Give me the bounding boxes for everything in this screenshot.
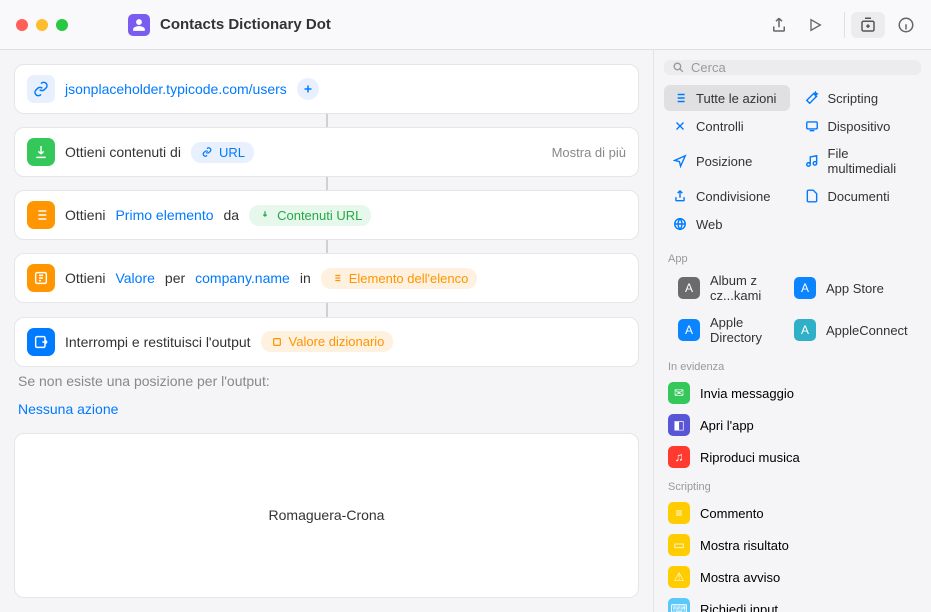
none-action-button[interactable]: Nessuna azione [14,397,639,427]
link-mini-icon [200,145,214,159]
titlebar: Contacts Dictionary Dot [0,0,931,50]
link-icon [27,75,55,103]
x-icon [672,118,688,134]
globe-icon [672,216,688,232]
output-helper-text: Se non esiste una posizione per l'output… [18,373,635,389]
get-item-action[interactable]: Ottieni Primo elemento da Contenuti URL [14,190,639,240]
dictionary-icon [27,264,55,292]
category-dispositivo[interactable]: Dispositivo [796,113,922,139]
category-controlli[interactable]: Controlli [664,113,790,139]
get-contents-label: Ottieni contenuti di [65,144,181,160]
url-token[interactable]: URL [191,142,254,163]
minimize-window-button[interactable] [36,19,48,31]
action-icon: ⌨ [668,598,690,612]
apps-grid: AAlbum z cz...kamiAApp StoreAApple Direc… [654,269,931,353]
action-item[interactable]: ≡Commento [662,497,923,529]
category-condivisione[interactable]: Condivisione [664,183,790,209]
list-icon [672,90,688,106]
category-documenti[interactable]: Documenti [796,183,922,209]
library-button[interactable] [851,12,885,38]
action-item[interactable]: ⚠Mostra avviso [662,561,923,593]
category-file-multimediali[interactable]: File multimediali [796,141,922,181]
share-icon[interactable] [770,16,788,34]
dictionary-value-token[interactable]: Valore dizionario [261,331,394,352]
category-scripting[interactable]: Scripting [796,85,922,111]
action-icon: ⚠ [668,566,690,588]
download-mini-icon [258,208,272,222]
url-action[interactable]: jsonplaceholder.typicode.com/users [14,64,639,114]
url-value[interactable]: jsonplaceholder.typicode.com/users [65,81,287,97]
category-web[interactable]: Web [664,211,790,237]
doc-icon [804,188,820,204]
search-input[interactable]: Cerca [664,60,921,75]
scripting-list: ≡Commento▭Mostra risultato⚠Mostra avviso… [654,497,931,612]
list-item-token[interactable]: Elemento dell'elenco [321,268,478,289]
action-item[interactable]: ♫Riproduci musica [662,441,923,473]
search-icon [672,61,685,74]
result-text: Romaguera-Crona [269,507,385,523]
action-item[interactable]: ✉︎Invia messaggio [662,377,923,409]
action-icon: ✉︎ [668,382,690,404]
value-selector[interactable]: Valore [115,270,154,286]
add-url-button[interactable] [297,78,319,100]
window-title: Contacts Dictionary Dot [160,16,770,33]
result-preview: Romaguera-Crona [14,433,639,598]
action-item[interactable]: ▭Mostra risultato [662,529,923,561]
category-tutte-le-azioni[interactable]: Tutte le azioni [664,85,790,111]
info-icon[interactable] [897,16,915,34]
action-icon: ♫ [668,446,690,468]
shortcut-icon [128,14,150,36]
action-item[interactable]: ⌨Richiedi input [662,593,923,612]
run-icon[interactable] [806,16,824,34]
app-item[interactable]: AApp Store [780,269,922,307]
app-icon: A [794,319,816,341]
stop-output-action[interactable]: Interrompi e restituisci l'output Valore… [14,317,639,367]
source-token[interactable]: Contenuti URL [249,205,371,226]
wand-icon [804,90,820,106]
evidenza-section-header: In evidenza [654,353,931,377]
action-icon: ▭ [668,534,690,556]
key-field[interactable]: company.name [195,270,290,286]
share-icon [672,188,688,204]
dict-mini-icon [270,335,284,349]
scripting-section-header: Scripting [654,473,931,497]
list-mini-icon [330,271,344,285]
app-icon: A [794,277,816,299]
actions-sidebar: Cerca Tutte le azioniScriptingControlliD… [653,50,931,612]
download-icon [27,138,55,166]
show-more-button[interactable]: Mostra di più [552,145,626,160]
workflow-canvas: jsonplaceholder.typicode.com/users Ottie… [0,50,653,612]
app-icon: A [678,319,700,341]
category-posizione[interactable]: Posizione [664,141,790,181]
nav-icon [672,153,688,169]
app-item[interactable]: AAlbum z cz...kami [664,269,776,307]
window-controls [16,19,68,31]
music-icon [804,153,820,169]
output-icon [27,328,55,356]
close-window-button[interactable] [16,19,28,31]
app-section-header: App [654,245,931,269]
item-selector[interactable]: Primo elemento [115,207,213,223]
get-value-action[interactable]: Ottieni Valore per company.name in Eleme… [14,253,639,303]
app-icon: A [678,277,700,299]
device-icon [804,118,820,134]
fullscreen-window-button[interactable] [56,19,68,31]
evidenza-list: ✉︎Invia messaggio◧Apri l'app♫Riproduci m… [654,377,931,473]
list-icon [27,201,55,229]
app-item[interactable]: AAppleConnect [780,311,922,349]
app-item[interactable]: AApple Directory [664,311,776,349]
action-icon: ◧ [668,414,690,436]
get-contents-action[interactable]: Ottieni contenuti di URL Mostra di più [14,127,639,177]
category-grid: Tutte le azioniScriptingControlliDisposi… [654,83,931,245]
action-item[interactable]: ◧Apri l'app [662,409,923,441]
action-icon: ≡ [668,502,690,524]
